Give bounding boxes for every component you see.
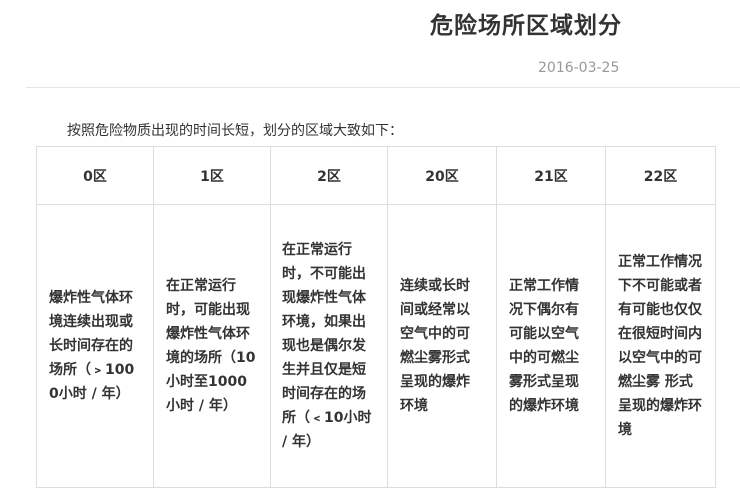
publish-date: 2016-03-25	[538, 60, 620, 76]
cell-zone-20: 连续或长时间或经常以空气中的可燃尘雾形式呈现的爆炸环境	[387, 204, 497, 488]
table-row: 爆炸性气体环境连续出现或长时间存在的场所（﹥1000小时 / 年） 在正常运行时…	[36, 204, 716, 488]
header-zone-1: 1区	[153, 146, 271, 205]
zone-21-description: 正常工作情况下偶尔有可能以空气中的可燃尘雾形式呈现的爆炸环境	[509, 278, 579, 414]
header-zone-2: 2区	[270, 146, 388, 205]
zone-2-description: 在正常运行时，不可能出现爆炸性气体环境，如果出现也是偶尔发生并且仅是短时间存在的…	[282, 242, 372, 450]
header-zone-20: 20区	[387, 146, 497, 205]
zone-1-description: 在正常运行时，可能出现爆炸性气体环境的场所（10小时至1000小时 / 年）	[166, 278, 256, 414]
header-zone-21: 21区	[496, 146, 606, 205]
zone-table: 0区 1区 2区 20区 21区 22区 爆炸性气体环境连续出现或长时间存在的场…	[36, 146, 716, 488]
header-divider	[26, 87, 740, 88]
cell-zone-21: 正常工作情况下偶尔有可能以空气中的可燃尘雾形式呈现的爆炸环境	[496, 204, 606, 488]
intro-paragraph: 按照危险物质出现的时间长短，划分的区域大致如下：	[67, 123, 403, 139]
article-title: 危险场所区域划分	[430, 13, 622, 39]
header-zone-22: 22区	[605, 146, 716, 205]
zone-0-description: 爆炸性气体环境连续出现或长时间存在的场所（﹥1000小时 / 年）	[49, 290, 135, 402]
table-header-row: 0区 1区 2区 20区 21区 22区	[36, 146, 716, 205]
header-zone-0: 0区	[36, 146, 154, 205]
zone-22-description: 正常工作情况下不可能或者有可能也仅仅在很短时间内以空气中的可燃尘雾 形式呈现的爆…	[618, 254, 702, 438]
cell-zone-2: 在正常运行时，不可能出现爆炸性气体环境，如果出现也是偶尔发生并且仅是短时间存在的…	[270, 204, 388, 488]
cell-zone-0: 爆炸性气体环境连续出现或长时间存在的场所（﹥1000小时 / 年）	[36, 204, 154, 488]
cell-zone-22: 正常工作情况下不可能或者有可能也仅仅在很短时间内以空气中的可燃尘雾 形式呈现的爆…	[605, 204, 716, 488]
cell-zone-1: 在正常运行时，可能出现爆炸性气体环境的场所（10小时至1000小时 / 年）	[153, 204, 271, 488]
zone-20-description: 连续或长时间或经常以空气中的可燃尘雾形式呈现的爆炸环境	[400, 278, 470, 414]
